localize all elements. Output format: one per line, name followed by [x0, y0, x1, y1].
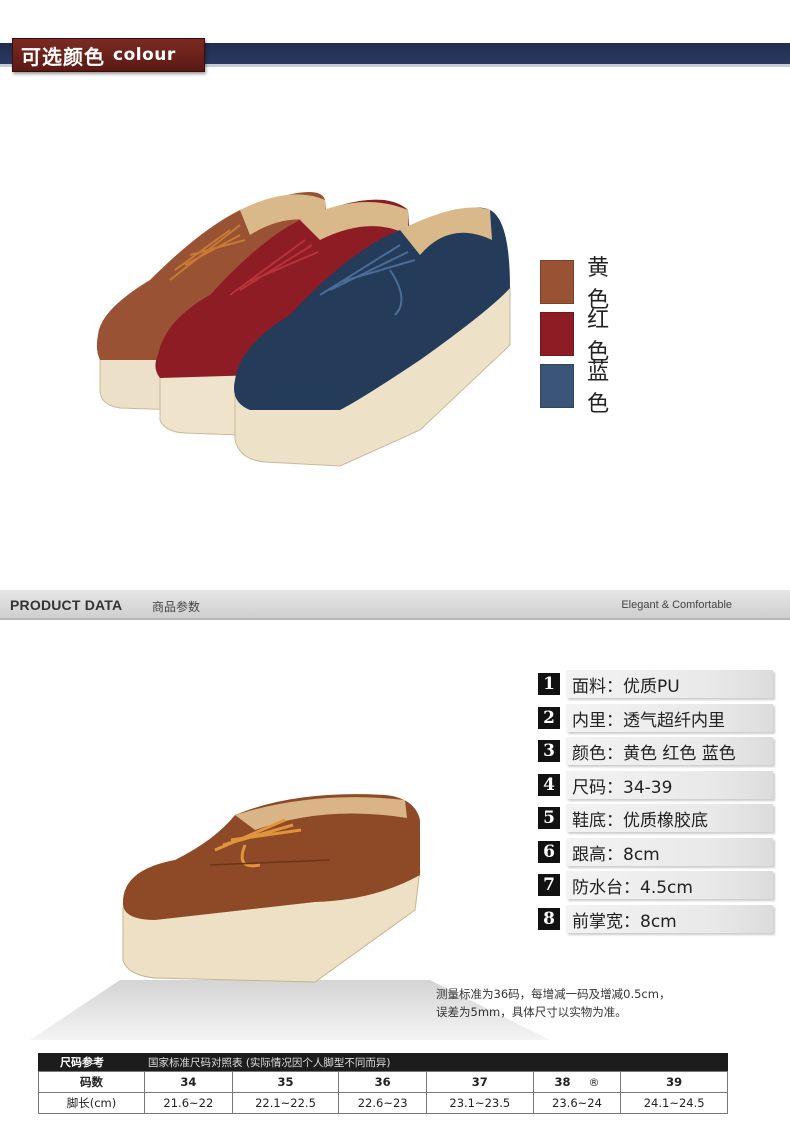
param-number: 6 [538, 841, 560, 863]
product-data-tagline: Elegant & Comfortable [621, 599, 732, 611]
swatch-chip-yellow [540, 260, 575, 304]
colour-section-header: 可选颜色 colour [0, 38, 790, 72]
param-text: 颜色：黄色 红色 蓝色 [566, 737, 773, 765]
size-cell-38: 38 ® [532, 1071, 622, 1093]
measurement-note: 测量标准为36码，每增减一码及增减0.5cm， 误差为5mm，具体尺寸以实物为准… [436, 985, 670, 1021]
param-item: 8 前掌宽：8cm [538, 905, 773, 933]
size-cell: 37 [426, 1071, 534, 1093]
size-chart: 尺码参考 国家标准尺码对照表 (实际情况因个人脚型不同而异) 码数 34 35 … [38, 1053, 728, 1114]
size-value: 38 [554, 1075, 571, 1089]
param-item: 5 鞋底：优质橡胶底 [538, 804, 773, 832]
size-chart-title: 尺码参考 [60, 1056, 104, 1069]
product-data-title: PRODUCT DATA [10, 597, 123, 613]
param-number: 2 [538, 707, 560, 729]
param-item: 4 尺码：34-39 [538, 771, 773, 799]
swatch-label: 蓝色 [587, 360, 610, 417]
size-chart-header: 尺码参考 国家标准尺码对照表 (实际情况因个人脚型不同而异) [38, 1053, 728, 1071]
note-line-1: 测量标准为36码，每增减一码及增减0.5cm， [436, 987, 671, 1001]
length-cell: 23.1~23.5 [426, 1092, 534, 1114]
length-row-header: 脚长(cm) [38, 1092, 145, 1114]
size-cell: 39 [620, 1071, 728, 1093]
param-number: 5 [538, 807, 560, 829]
param-item: 2 内里：透气超纤内里 [538, 704, 773, 732]
colour-title-en: colour [113, 45, 176, 65]
size-cell: 34 [144, 1071, 233, 1093]
param-number: 1 [538, 673, 560, 695]
swatch-blue[interactable]: 蓝色 [540, 354, 620, 418]
length-cell: 23.6~24 [532, 1092, 622, 1114]
size-row-header: 码数 [38, 1071, 145, 1093]
swatch-chip-red [540, 312, 575, 356]
size-cell: 36 [338, 1071, 427, 1093]
size-chart-table: 码数 34 35 36 37 38 ® 39 脚长(cm) 21.6~22 22.… [38, 1071, 728, 1114]
length-cell: 21.6~22 [144, 1092, 233, 1114]
param-item: 1 面料：优质PU [538, 670, 773, 698]
product-data-subtitle: 商品参数 [152, 600, 201, 614]
param-text: 前掌宽：8cm [566, 905, 773, 933]
param-item: 6 跟高：8cm [538, 838, 773, 866]
length-row: 脚长(cm) 21.6~22 22.1~22.5 22.6~23 23.1~23… [38, 1092, 728, 1114]
size-chart-subtitle: 国家标准尺码对照表 (实际情况因个人脚型不同而异) [148, 1056, 391, 1069]
colour-badge: 可选颜色 colour [12, 38, 205, 72]
param-item: 7 防水台：4.5cm [538, 871, 773, 899]
param-number: 3 [538, 740, 560, 762]
single-shoe-image [122, 794, 421, 983]
param-text: 内里：透气超纤内里 [566, 704, 773, 732]
param-number: 4 [538, 774, 560, 796]
product-data-bar: PRODUCT DATA 商品参数 Elegant & Comfortable [0, 590, 790, 620]
param-text: 尺码：34-39 [566, 771, 773, 799]
param-text: 鞋底：优质橡胶底 [566, 804, 773, 832]
three-shoes-image [96, 192, 511, 467]
registered-mark: ® [588, 1076, 600, 1089]
param-item: 3 颜色：黄色 红色 蓝色 [538, 737, 773, 765]
swatch-chip-blue [540, 364, 575, 408]
param-number: 8 [538, 908, 560, 930]
length-cell: 22.6~23 [338, 1092, 427, 1114]
param-number: 7 [538, 874, 560, 896]
length-cell: 22.1~22.5 [231, 1092, 340, 1114]
param-text: 面料：优质PU [566, 670, 773, 698]
length-cell: 24.1~24.5 [620, 1092, 728, 1114]
param-text: 跟高：8cm [566, 838, 773, 866]
note-line-2: 误差为5mm，具体尺寸以实物为准。 [436, 1005, 627, 1019]
param-text: 防水台：4.5cm [566, 871, 773, 899]
size-cell: 35 [231, 1071, 340, 1093]
colour-title-zh: 可选颜色 [21, 44, 105, 69]
size-row: 码数 34 35 36 37 38 ® 39 [38, 1071, 728, 1093]
